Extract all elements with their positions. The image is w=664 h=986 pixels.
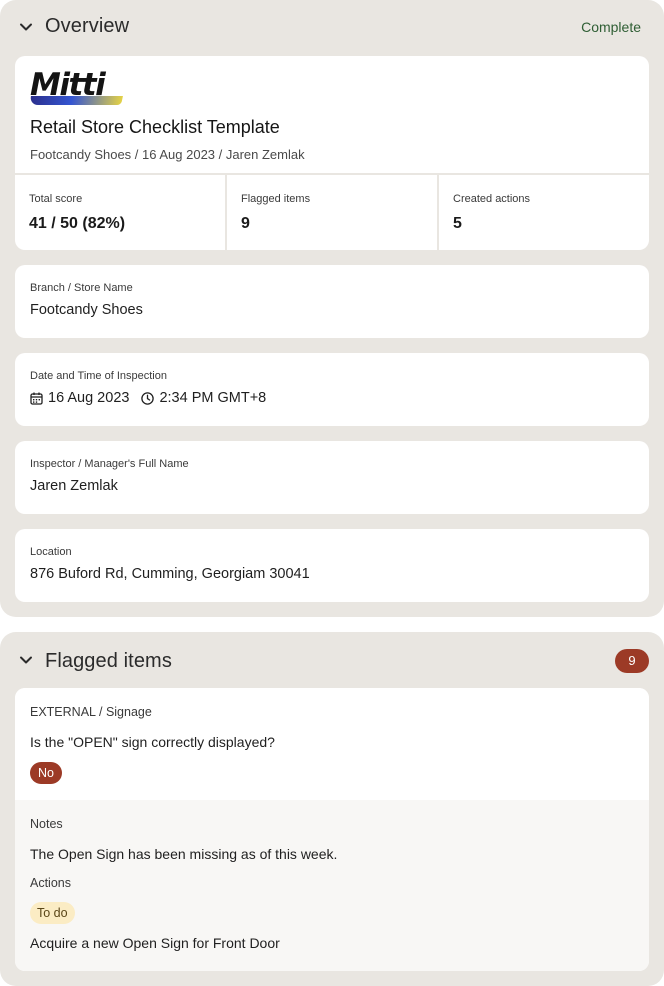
flagged-items-section: Flagged items 9 EXTERNAL / Signage Is th… — [0, 632, 664, 986]
score-label: Created actions — [453, 193, 531, 205]
score-label: Total score — [29, 193, 83, 205]
flagged-items-header[interactable]: Flagged items 9 — [0, 632, 664, 688]
score-label: Flagged items — [241, 193, 311, 205]
field-label: Location — [30, 546, 72, 558]
flagged-item-card[interactable]: EXTERNAL / Signage Is the "OPEN" sign co… — [15, 688, 649, 971]
action-text[interactable]: Acquire a new Open Sign for Front Door — [30, 935, 280, 951]
item-question: Is the "OPEN" sign correctly displayed? — [30, 734, 275, 750]
chevron-down-icon[interactable] — [19, 20, 33, 34]
clock-icon — [141, 391, 155, 405]
flagged-question: EXTERNAL / Signage Is the "OPEN" sign co… — [15, 688, 649, 800]
score-value: 5 — [453, 215, 462, 232]
answer-badge: No — [30, 762, 62, 784]
overview-header[interactable]: Overview Complete — [0, 0, 664, 56]
field-label: Branch / Store Name — [30, 282, 133, 294]
actions-label: Actions — [30, 876, 71, 890]
report-header-card: Mitti Retail Store Checklist Template Fo… — [15, 56, 649, 250]
branch-field-card: Branch / Store Name Footcandy Shoes — [15, 265, 649, 338]
inspector-field-card: Inspector / Manager's Full Name Jaren Ze… — [15, 441, 649, 514]
datetime-value: 16 Aug 2023 2:34 PM GMT+8 — [30, 390, 266, 406]
template-title: Retail Store Checklist Template — [30, 117, 280, 137]
field-value: 876 Buford Rd, Cumming, Georgiam 30041 — [30, 566, 310, 582]
inspection-date: 16 Aug 2023 — [48, 390, 130, 406]
flagged-details: Notes The Open Sign has been missing as … — [15, 800, 649, 971]
item-category: EXTERNAL / Signage — [30, 705, 152, 719]
datetime-field-card: Date and Time of Inspection 16 Aug 2023 — [15, 353, 649, 426]
notes-label: Notes — [30, 817, 63, 831]
flagged-items-title: Flagged items — [45, 650, 172, 672]
field-label: Inspector / Manager's Full Name — [30, 458, 189, 470]
status-badge: Complete — [581, 19, 641, 35]
field-label: Date and Time of Inspection — [30, 370, 167, 382]
flagged-items-cell[interactable]: Flagged items 9 — [225, 175, 437, 250]
flagged-count-badge: 9 — [615, 649, 649, 673]
location-field-card: Location 876 Buford Rd, Cumming, Georgia… — [15, 529, 649, 602]
inspection-time: 2:34 PM GMT+8 — [159, 390, 267, 406]
action-status-badge[interactable]: To do — [30, 902, 75, 924]
field-value: Footcandy Shoes — [30, 302, 143, 318]
score-value: 9 — [241, 215, 250, 232]
score-value: 41 / 50 (82%) — [29, 215, 126, 232]
calendar-icon — [30, 392, 43, 405]
field-value: Jaren Zemlak — [30, 478, 118, 494]
overview-title: Overview — [45, 15, 130, 37]
total-score-cell: Total score 41 / 50 (82%) — [15, 175, 225, 250]
company-logo: Mitti — [29, 67, 126, 108]
created-actions-cell[interactable]: Created actions 5 — [437, 175, 649, 250]
overview-section: Overview Complete Mitti Retail Store Che… — [0, 0, 664, 617]
score-summary: Total score 41 / 50 (82%) Flagged items … — [15, 173, 649, 250]
report-subtitle: Footcandy Shoes / 16 Aug 2023 / Jaren Ze… — [30, 147, 305, 162]
chevron-down-icon[interactable] — [19, 653, 33, 667]
notes-text: The Open Sign has been missing as of thi… — [30, 846, 338, 862]
